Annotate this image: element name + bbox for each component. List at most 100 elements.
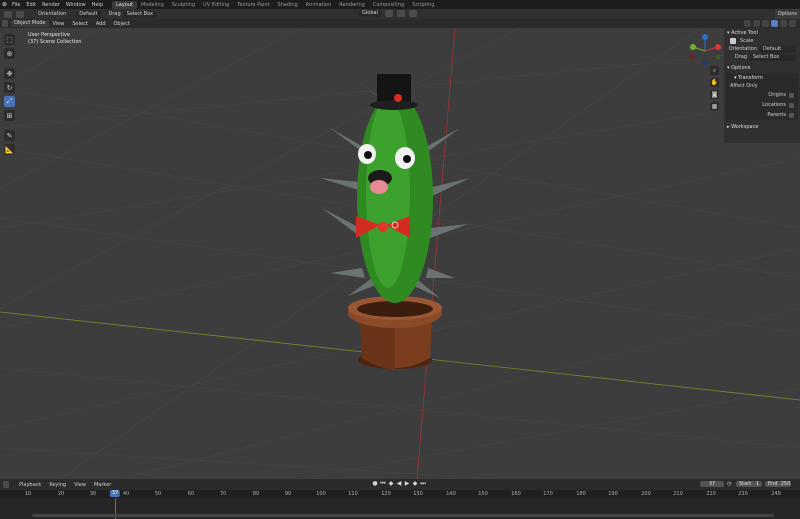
origins-row[interactable]: Origins	[726, 90, 798, 100]
tab-scripting[interactable]: Scripting	[408, 1, 438, 9]
sidebar-panel: ▾ Active Tool Scale Orientation Default …	[724, 28, 800, 143]
cursor-icon[interactable]: ⊕	[4, 48, 15, 59]
tab-compositing[interactable]: Compositing	[369, 1, 408, 9]
active-tool-title: Active Tool	[731, 29, 758, 36]
pan-hand-icon[interactable]: ✋	[710, 78, 719, 87]
transform-orientation-dropdown[interactable]: Global	[359, 10, 381, 17]
jump-start-icon[interactable]: ⏮	[380, 481, 386, 487]
editor-type-icon[interactable]	[3, 481, 9, 488]
workspace-header[interactable]: ▸ Workspace	[724, 122, 800, 131]
tab-shading[interactable]: Shading	[273, 1, 301, 9]
measure-icon[interactable]: 📐	[4, 144, 15, 155]
tick-label: 100	[316, 491, 326, 497]
transform-header[interactable]: ▾ Transform	[726, 73, 798, 82]
select-box-icon[interactable]: ⬚	[4, 34, 15, 45]
annotate-icon[interactable]: ✎	[4, 130, 15, 141]
pivot-point-icon[interactable]	[384, 10, 393, 17]
start-frame-field[interactable]: Start 1	[736, 481, 762, 487]
menu-object[interactable]: Object	[110, 21, 134, 27]
locations-row[interactable]: Locations	[726, 100, 798, 110]
orientation-dropdown[interactable]: Default	[76, 10, 101, 18]
scale-tool-icon[interactable]	[16, 10, 24, 18]
origins-checkbox[interactable]	[789, 92, 794, 98]
options-header[interactable]: ▾ Options	[724, 63, 800, 72]
parents-row[interactable]: Parents	[726, 110, 798, 120]
prev-keyframe-icon[interactable]: ◆	[388, 481, 394, 487]
jump-end-icon[interactable]: ⏭	[420, 481, 426, 487]
current-frame-field[interactable]: 37	[700, 481, 724, 487]
mode-dropdown[interactable]: Object Mode	[11, 20, 49, 27]
tab-texture-paint[interactable]: Texture Paint	[233, 1, 273, 9]
3d-viewport[interactable]: User Perspective (37) Scene Collection	[0, 28, 800, 479]
tick-label: 170	[543, 491, 553, 497]
move-icon[interactable]: ✥	[4, 68, 15, 79]
next-keyframe-icon[interactable]: ◆	[412, 481, 418, 487]
clock-icon[interactable]: ◷	[727, 481, 733, 487]
menu-add[interactable]: Add	[92, 21, 110, 27]
tab-layout[interactable]: Layout	[112, 0, 137, 9]
locations-checkbox[interactable]	[789, 102, 794, 108]
scale-tool-icon	[730, 38, 736, 44]
transform-icon[interactable]: ⊞	[4, 110, 15, 121]
menu-edit[interactable]: Edit	[23, 2, 39, 8]
tab-uv-editing[interactable]: UV Editing	[199, 1, 233, 9]
menu-keying[interactable]: Keying	[45, 482, 70, 488]
parents-checkbox[interactable]	[789, 112, 794, 118]
playback-controls: ● ⏮ ◆ ◀ ▶ ◆ ⏭	[372, 481, 426, 487]
rendered-shading-icon[interactable]	[789, 20, 796, 27]
origins-label: Origins	[768, 92, 786, 98]
tab-modeling[interactable]: Modeling	[137, 1, 168, 9]
menu-render[interactable]: Render	[39, 2, 63, 8]
tool-settings-bar: Orientation Default Drag Select Box Glob…	[0, 9, 800, 19]
tab-sculpting[interactable]: Sculpting	[168, 1, 199, 9]
menu-playback[interactable]: Playback	[15, 482, 45, 488]
navigation-gizmo[interactable]	[685, 33, 725, 69]
play-icon[interactable]: ▶	[404, 481, 410, 487]
drag-row: Drag Select Box	[724, 53, 800, 61]
menu-view[interactable]: View	[70, 482, 90, 488]
proportional-edit-icon[interactable]	[408, 10, 417, 17]
tick-label: 220	[706, 491, 716, 497]
blender-logo-icon[interactable]: ⊛	[0, 0, 9, 9]
tab-rendering[interactable]: Rendering	[335, 1, 369, 9]
record-icon[interactable]: ●	[372, 481, 378, 487]
parents-label: Parents	[767, 112, 786, 118]
menu-marker[interactable]: Marker	[90, 482, 115, 488]
rotate-icon[interactable]: ↻	[4, 82, 15, 93]
tick-label: 200	[641, 491, 651, 497]
tick-label: 130	[413, 491, 423, 497]
drag-dropdown[interactable]: Select Box	[750, 53, 796, 61]
overlay-icon[interactable]	[744, 20, 751, 27]
orientation-row: Orientation Default	[724, 45, 800, 53]
orientation-dropdown[interactable]: Default	[760, 45, 796, 53]
tick-label: 140	[446, 491, 456, 497]
tab-animation[interactable]: Animation	[302, 1, 336, 9]
viewport-header: Object Mode View Select Add Object	[0, 19, 800, 28]
menu-file[interactable]: File	[9, 2, 23, 8]
menu-window[interactable]: Window	[63, 2, 89, 8]
orientation-label: Orientation	[38, 11, 67, 17]
timeline-ruler[interactable]: 10 20 30 40 50 60 70 80 90 100 110 120 1…	[0, 490, 800, 498]
scale-icon[interactable]: ⤢	[4, 96, 15, 107]
xray-icon[interactable]	[753, 20, 760, 27]
camera-icon[interactable]: ◙	[710, 90, 719, 99]
active-tool-header[interactable]: ▾ Active Tool	[724, 28, 800, 37]
zoom-icon[interactable]: ⌕	[710, 66, 719, 75]
menu-select[interactable]: Select	[68, 21, 91, 27]
snap-icon[interactable]	[396, 10, 405, 17]
drag-dropdown[interactable]: Select Box	[123, 10, 156, 18]
grid-view-icon[interactable]: ▦	[710, 102, 719, 111]
end-frame-field[interactable]: End 250	[765, 481, 791, 487]
editor-type-icon[interactable]	[2, 20, 8, 27]
solid-shading-icon[interactable]	[771, 20, 778, 27]
current-frame-indicator[interactable]: 37	[109, 490, 121, 497]
tick-label: 80	[252, 491, 260, 497]
wireframe-shading-icon[interactable]	[762, 20, 769, 27]
timeline-scrollbar[interactable]	[32, 514, 774, 517]
menu-help[interactable]: Help	[89, 2, 106, 8]
options-button[interactable]: Options	[774, 9, 800, 19]
menu-view[interactable]: View	[49, 21, 69, 27]
play-reverse-icon[interactable]: ◀	[396, 481, 402, 487]
editor-type-icon[interactable]	[4, 10, 12, 18]
material-shading-icon[interactable]	[780, 20, 787, 27]
